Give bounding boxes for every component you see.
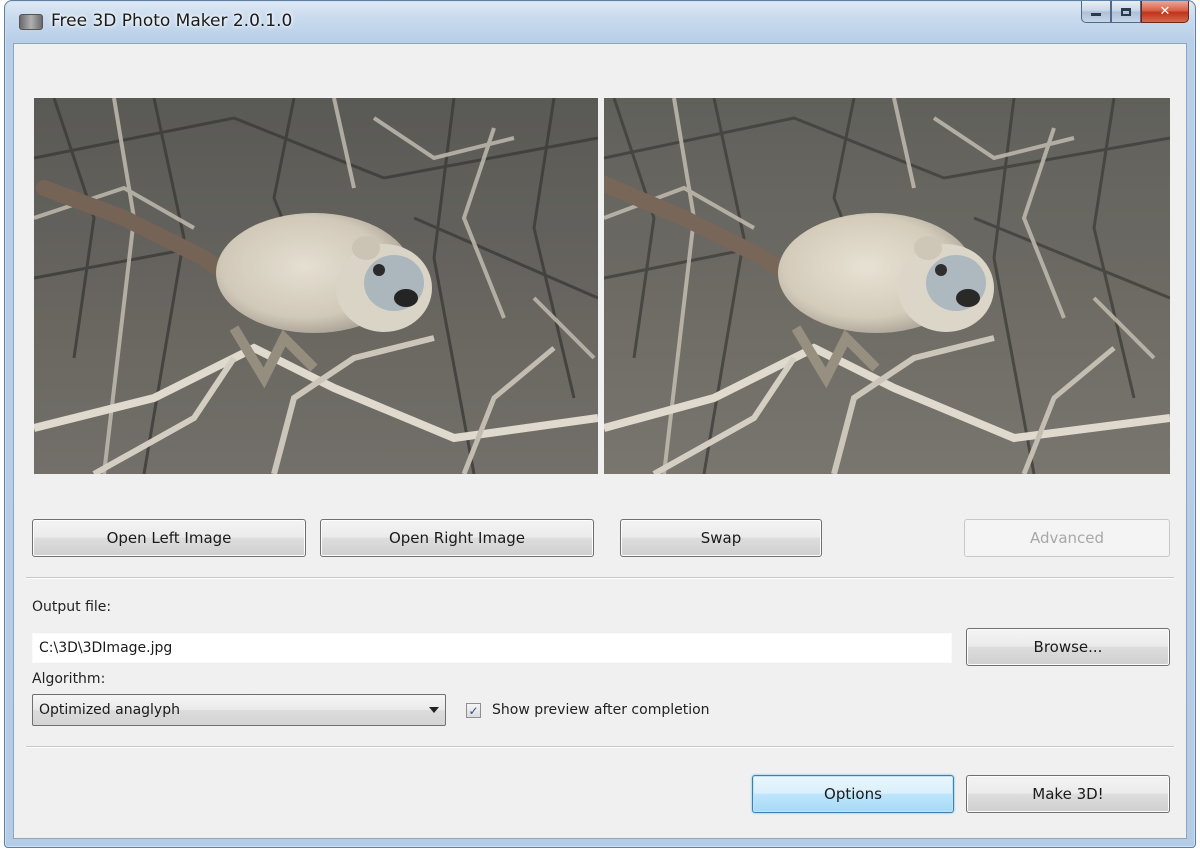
separator-top: [26, 577, 1174, 579]
title-bar[interactable]: Free 3D Photo Maker 2.0.1.0 ✕: [5, 1, 1195, 43]
minimize-icon: [1091, 13, 1101, 16]
close-button[interactable]: ✕: [1141, 1, 1189, 23]
output-file-input[interactable]: C:\3D\3DImage.jpg: [32, 633, 952, 663]
app-window: Free 3D Photo Maker 2.0.1.0 ✕ Open Left …: [4, 0, 1196, 848]
make-3d-button[interactable]: Make 3D!: [966, 775, 1170, 813]
minimize-button[interactable]: [1081, 1, 1111, 23]
client-area: Open Left Image Open Right Image Swap Ad…: [13, 43, 1187, 839]
algorithm-selected-value: Optimized anaglyph: [39, 702, 180, 718]
open-left-image-button[interactable]: Open Left Image: [32, 519, 306, 557]
close-icon: ✕: [1159, 4, 1171, 19]
maximize-icon: [1121, 7, 1131, 16]
right-image-preview: [604, 98, 1170, 474]
algorithm-label: Algorithm:: [32, 671, 106, 687]
browse-button[interactable]: Browse...: [966, 628, 1170, 666]
app-3d-glasses-icon: [19, 14, 43, 30]
left-image-preview: [34, 98, 598, 474]
dropdown-arrow-icon: [429, 707, 439, 713]
right-photo: [604, 98, 1170, 474]
advanced-button[interactable]: Advanced: [964, 519, 1170, 557]
swap-button[interactable]: Swap: [620, 519, 822, 557]
caption-buttons: ✕: [1081, 1, 1189, 27]
maximize-button[interactable]: [1111, 1, 1141, 23]
separator-bottom: [26, 746, 1174, 748]
left-photo: [34, 98, 598, 474]
open-right-image-button[interactable]: Open Right Image: [320, 519, 594, 557]
show-preview-label[interactable]: Show preview after completion: [492, 702, 710, 718]
options-button[interactable]: Options: [752, 775, 954, 813]
algorithm-select[interactable]: Optimized anaglyph: [32, 694, 446, 726]
checkmark-icon: ✓: [468, 703, 479, 718]
window-title: Free 3D Photo Maker 2.0.1.0: [51, 11, 293, 31]
output-file-label: Output file:: [32, 599, 112, 615]
show-preview-checkbox[interactable]: ✓: [466, 703, 481, 718]
